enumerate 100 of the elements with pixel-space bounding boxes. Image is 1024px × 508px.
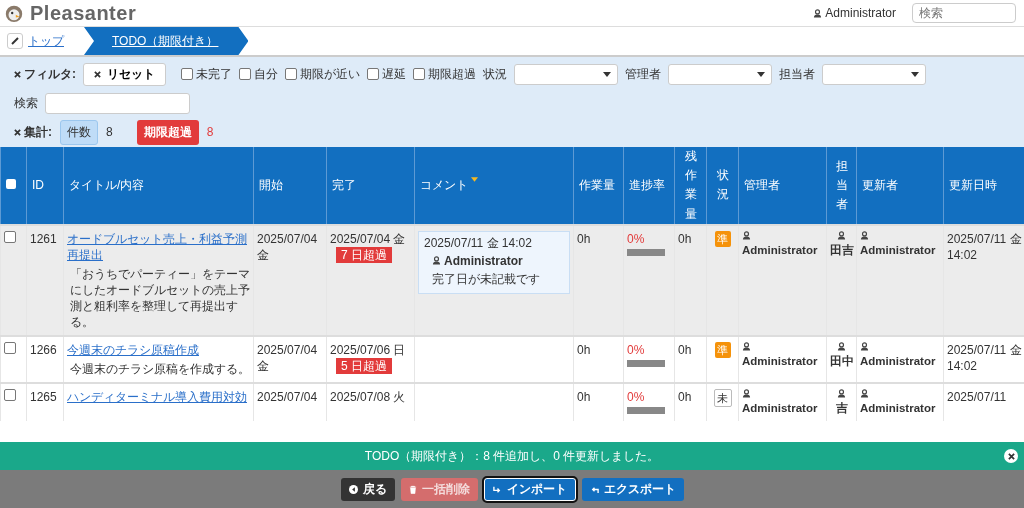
updater-name: Administrator [860, 243, 936, 256]
person-icon [742, 230, 751, 240]
owner-name: 田吉 [829, 243, 854, 256]
row-checkbox[interactable] [4, 341, 16, 354]
work-cell: 0h [577, 342, 591, 357]
updater-name: Administrator [860, 401, 936, 414]
title-link[interactable]: 今週末のチラシ原稿作成 [67, 341, 250, 358]
title-link[interactable]: オードブルセット売上・利益予測再提出 [67, 230, 250, 263]
select-label: 管理者 [625, 65, 661, 83]
id-cell: 1266 [30, 342, 57, 357]
owner-name: 吉 [835, 401, 848, 414]
column-header[interactable]: コメント [420, 177, 478, 192]
column-header[interactable]: 更新者 [862, 177, 898, 192]
aggregate-count: 8 [206, 125, 214, 139]
work-cell: 0h [577, 231, 591, 246]
progress-text: 0% [627, 231, 645, 246]
checkbox[interactable] [285, 68, 297, 80]
comment-text: 完了日が未記載です [432, 270, 541, 288]
person-icon [742, 341, 751, 351]
checkbox[interactable] [181, 68, 193, 80]
close-icon [14, 128, 21, 136]
column-header[interactable]: 更新日時 [949, 177, 997, 192]
column-header[interactable]: 状況 [716, 166, 729, 205]
column-header[interactable]: タイトル/内容 [69, 177, 145, 192]
caret-icon [603, 71, 611, 77]
title-link[interactable]: ハンディターミナル導入費用対効 [67, 388, 250, 405]
person-icon [837, 341, 846, 351]
sort-icon [471, 176, 478, 182]
reset-button[interactable]: リセット [83, 62, 166, 86]
start-date: 2025/07/04 金 [257, 342, 318, 373]
row-checkbox[interactable] [4, 230, 16, 243]
status-badge: 準 [714, 341, 731, 358]
updated-time: 2025/07/11 金 14:02 [947, 231, 1022, 262]
checkbox-label: 未完了 [196, 65, 232, 83]
brand-name: Pleasanter [30, 1, 137, 25]
aggregate-tag[interactable]: 期限超過 [136, 119, 199, 145]
manager-name: Administrator [742, 354, 818, 367]
person-icon [860, 230, 869, 240]
checkbox-label: 期限が近い [300, 65, 360, 83]
search-label: 検索 [14, 94, 38, 112]
checkbox-label: 自分 [254, 65, 278, 83]
manager-name: Administrator [742, 243, 818, 256]
select-all-checkbox[interactable] [6, 179, 16, 190]
back-button[interactable]: 戻る [340, 477, 395, 501]
breadcrumb-link[interactable]: トップ [28, 32, 64, 50]
column-header[interactable]: 管理者 [744, 177, 780, 192]
user-menu[interactable]: Administrator [813, 6, 896, 20]
description-text: 「おうちでパーティー」をテーマにしたオードブルセットの売上予測と粗利率を整理して再提出する。 [69, 265, 250, 330]
search-field[interactable]: 検索 [912, 3, 1016, 23]
comment-author: Administrator [444, 252, 523, 270]
select-label: 担当者 [779, 65, 815, 83]
breadcrumb-current[interactable]: TODO（期限付き） [84, 27, 249, 55]
remaining-cell: 0h [678, 342, 692, 357]
end-date: 2025/07/06 日 [330, 342, 406, 357]
person-icon [860, 388, 869, 398]
end-date: 2025/07/08 火 [330, 389, 406, 404]
status-badge: 準 [714, 230, 731, 247]
share-arrow-icon [492, 484, 502, 494]
column-header[interactable]: 完了 [332, 177, 356, 192]
caret-icon [757, 71, 765, 77]
remaining-cell: 0h [678, 231, 692, 246]
owner-name: 田中 [829, 354, 854, 367]
link-button[interactable] [7, 33, 23, 49]
checkbox[interactable] [367, 68, 379, 80]
aggregate-label: 集計: [14, 123, 52, 141]
checkbox[interactable] [413, 68, 425, 80]
id-cell: 1265 [30, 389, 57, 404]
person-icon [432, 256, 441, 266]
logo-icon [4, 3, 24, 23]
updated-time: 2025/07/11 [947, 389, 1007, 404]
arrow-circle-icon [348, 484, 358, 494]
person-icon [813, 8, 823, 18]
trash-icon [408, 484, 417, 494]
overdue-badge: 7 日超過 [336, 246, 392, 263]
start-date: 2025/07/04 [257, 389, 318, 404]
status-badge: 未 [713, 388, 732, 407]
aggregate-tag[interactable]: 件数 [60, 119, 98, 145]
export-button[interactable]: エクスポート [581, 477, 684, 501]
column-header[interactable]: 開始 [259, 177, 283, 192]
close-icon [1007, 452, 1015, 460]
description-text: 今週末のチラシ原稿を作成する。 [69, 360, 250, 377]
checkbox-label: 遅延 [382, 65, 406, 83]
column-header[interactable]: ID [32, 178, 44, 193]
column-header[interactable]: 作業量 [579, 177, 615, 192]
notification-text: TODO（期限付き）：8 件追加し、0 件更新しました。 [364, 447, 660, 465]
import-button[interactable]: インポート [483, 477, 576, 501]
updated-time: 2025/07/11 金 14:02 [947, 342, 1022, 373]
id-cell: 1261 [30, 231, 57, 246]
close-button[interactable] [1004, 449, 1018, 463]
column-header[interactable]: 進捗率 [629, 177, 665, 192]
person-icon [860, 341, 869, 351]
aggregate-count: 8 [106, 125, 113, 139]
select-label: 状況 [483, 65, 507, 83]
person-icon [837, 388, 846, 398]
search-field[interactable] [45, 92, 190, 114]
comment-time: 2025/07/11 金 14:02 [424, 234, 533, 252]
checkbox[interactable] [239, 68, 251, 80]
progress-text: 0% [627, 389, 645, 404]
person-icon [837, 230, 846, 240]
row-checkbox[interactable] [4, 388, 16, 401]
